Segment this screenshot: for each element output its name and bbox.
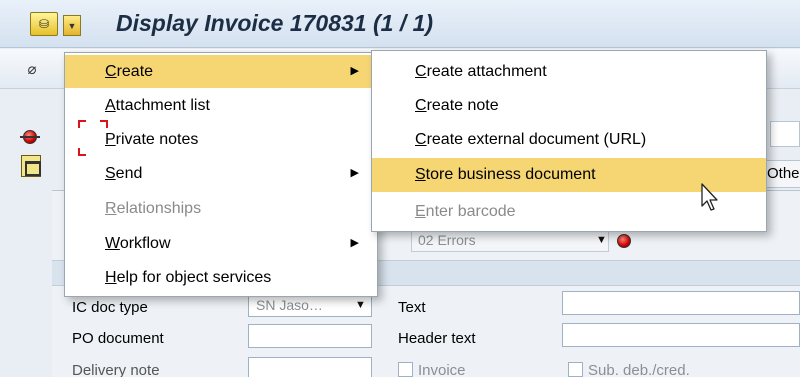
invoice-checkbox[interactable] bbox=[398, 362, 413, 377]
header-text-field[interactable] bbox=[562, 323, 800, 347]
text-label: Text bbox=[398, 299, 426, 316]
chevron-down-icon[interactable]: ▼ bbox=[596, 234, 607, 246]
submenu-arrow-icon: ▶ bbox=[350, 65, 359, 77]
tab-other-label: Other bbox=[767, 165, 800, 182]
po-document-label: PO document bbox=[72, 330, 164, 347]
ic-doc-type-label: IC doc type bbox=[72, 299, 148, 316]
status-combo-value: 02 Errors bbox=[418, 232, 476, 248]
delivery-note-field[interactable] bbox=[248, 357, 372, 377]
red-status-icon bbox=[20, 130, 40, 144]
menu-item-private-notes[interactable]: Private notes bbox=[65, 123, 377, 156]
sub-deb-checkbox[interactable] bbox=[568, 362, 583, 377]
mouse-pointer-icon bbox=[701, 183, 718, 211]
text-field[interactable] bbox=[562, 291, 800, 315]
delivery-note-label: Delivery note bbox=[72, 362, 160, 377]
menu-item-create-external-document[interactable]: Create external document (URL) bbox=[372, 123, 766, 156]
menu-item-create-attachment[interactable]: Create attachment bbox=[372, 55, 766, 88]
tab-other[interactable]: Other bbox=[764, 160, 800, 188]
menu-item-create-note[interactable]: Create note bbox=[372, 89, 766, 122]
chevron-down-icon[interactable]: ▼ bbox=[355, 299, 366, 311]
submenu-arrow-icon: ▶ bbox=[350, 237, 359, 249]
object-services-menu: Create ▶ Attachment list Private notes S… bbox=[64, 52, 378, 297]
ic-doc-type-value: SN Jaso… bbox=[256, 297, 323, 313]
menu-item-attachment-list[interactable]: Attachment list bbox=[65, 89, 377, 122]
red-status-icon bbox=[617, 234, 631, 248]
submenu-arrow-icon: ▶ bbox=[350, 167, 359, 179]
menu-item-workflow[interactable]: Workflow ▶ bbox=[65, 227, 377, 260]
sub-deb-label: Sub. deb./cred. bbox=[588, 362, 690, 377]
menu-item-create[interactable]: Create ▶ bbox=[65, 55, 377, 88]
menu-item-relationships: Relationships bbox=[105, 200, 202, 217]
window-title: Display Invoice 170831 (1 / 1) bbox=[116, 10, 434, 36]
menu-item-send[interactable]: Send ▶ bbox=[65, 157, 377, 190]
menu-item-help-object-services[interactable]: Help for object services bbox=[65, 261, 377, 294]
title-bar: ⛁ ▼ Display Invoice 170831 (1 / 1) bbox=[0, 0, 800, 48]
sap-window: ⛁ ▼ Display Invoice 170831 (1 / 1) ⌀ Oth… bbox=[0, 0, 800, 377]
po-document-field[interactable] bbox=[248, 324, 372, 348]
header-text-label: Header text bbox=[398, 330, 476, 347]
focus-indicator bbox=[78, 120, 108, 156]
glasses-display-icon[interactable]: ⌀ bbox=[22, 60, 42, 80]
background-input[interactable] bbox=[770, 121, 800, 147]
header-toggle-icon[interactable] bbox=[21, 155, 41, 177]
invoice-checkbox-label: Invoice bbox=[418, 362, 466, 377]
dropdown-arrow-icon[interactable]: ▼ bbox=[63, 15, 81, 36]
services-for-object-icon[interactable]: ⛁ bbox=[30, 12, 58, 36]
